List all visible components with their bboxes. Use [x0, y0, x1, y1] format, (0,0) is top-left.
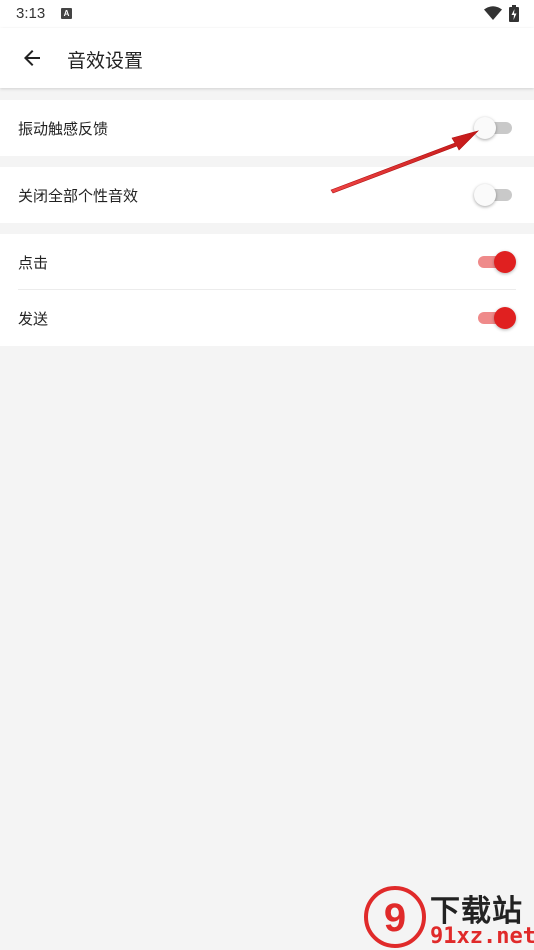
watermark-domain: 91xz.net: [430, 924, 534, 949]
switch-thumb: [474, 117, 496, 139]
setting-row-send[interactable]: 发送: [0, 290, 534, 346]
back-arrow-icon[interactable]: [20, 46, 44, 70]
settings-group-haptics: 振动触感反馈: [0, 100, 534, 156]
setting-row-disable-all-sounds[interactable]: 关闭全部个性音效: [0, 167, 534, 223]
switch-thumb: [494, 251, 516, 273]
setting-row-click[interactable]: 点击: [0, 234, 534, 290]
setting-row-haptic-feedback[interactable]: 振动触感反馈: [0, 100, 534, 156]
wifi-icon: [484, 6, 502, 20]
setting-label: 点击: [18, 255, 49, 272]
watermark: 9 下载站 91xz.net: [362, 884, 534, 950]
battery-charging-icon: [509, 5, 519, 22]
status-bar: 3:13 A: [0, 0, 534, 28]
click-sound-toggle[interactable]: [476, 251, 516, 273]
haptic-feedback-toggle[interactable]: [474, 117, 514, 139]
send-sound-toggle[interactable]: [476, 307, 516, 329]
settings-group-actions: 点击 发送: [0, 234, 534, 346]
disable-all-sounds-toggle[interactable]: [474, 184, 514, 206]
setting-label: 发送: [18, 311, 49, 328]
site-logo-icon: 9: [364, 886, 426, 948]
a-letter-icon: A: [61, 8, 72, 19]
page-title: 音效设置: [67, 51, 144, 72]
settings-group-sound-effects: 关闭全部个性音效: [0, 167, 534, 223]
switch-thumb: [494, 307, 516, 329]
status-time: 3:13: [16, 5, 46, 22]
app-bar: 音效设置: [0, 28, 534, 88]
setting-label: 关闭全部个性音效: [18, 188, 139, 205]
svg-text:9: 9: [384, 896, 406, 940]
setting-label: 振动触感反馈: [18, 121, 109, 138]
switch-thumb: [474, 184, 496, 206]
